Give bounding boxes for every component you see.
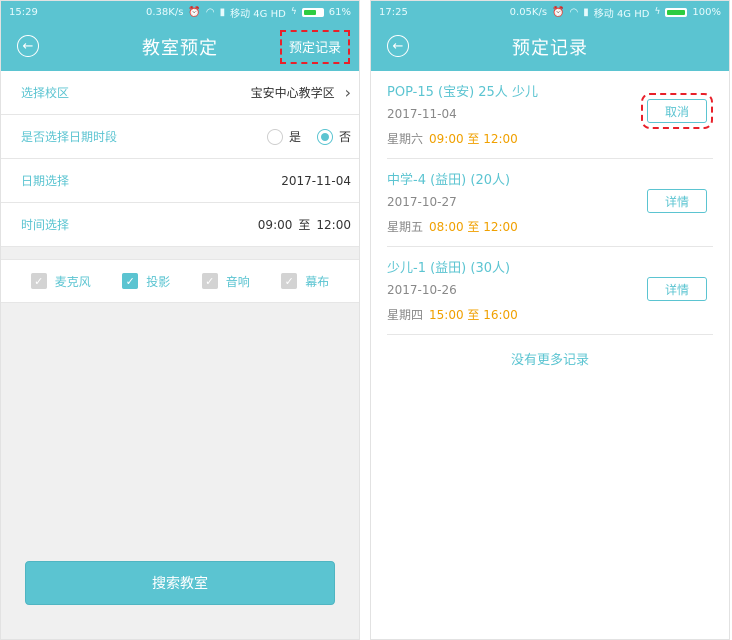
record-time: 15:00 至 16:00: [429, 308, 518, 322]
period-row: 是否选择日期时段 是 否: [1, 115, 359, 159]
records-list: POP-15 (宝安) 25人 少儿 2017-11-04 星期六 09:00 至…: [371, 71, 729, 368]
record-weekday: 星期四: [387, 308, 424, 322]
battery-icon: [301, 7, 324, 17]
battery-icon: [665, 7, 688, 17]
campus-row[interactable]: 选择校区 宝安中心教学区 ›: [1, 71, 359, 115]
nav-bar: ← 教室预定 预定记录: [1, 23, 359, 71]
network-speed: 0.38K/s: [146, 6, 184, 18]
record-time: 08:00 至 12:00: [429, 220, 518, 234]
equipment-label: 投影: [146, 274, 171, 289]
details-button[interactable]: 详情: [647, 277, 707, 301]
back-button[interactable]: ←: [17, 35, 39, 57]
reservation-form: 选择校区 宝安中心教学区 › 是否选择日期时段 是 否 日期选择 2017-11: [1, 71, 359, 247]
carrier-label: 移动 4G HD: [593, 8, 650, 20]
equipment-microphone[interactable]: ✓ 麦克风: [30, 273, 91, 290]
time-end[interactable]: 12:00: [316, 218, 351, 232]
date-label: 日期选择: [21, 174, 70, 188]
nav-bar: ← 预定记录: [371, 23, 729, 71]
radio-yes[interactable]: [266, 128, 283, 145]
list-item: 中学-4 (益田) (20人) 2017-10-27 星期五 08:00 至 12…: [387, 159, 713, 247]
chevron-right-icon: ›: [344, 83, 351, 102]
equipment-speaker[interactable]: ✓ 音响: [201, 273, 250, 290]
record-weekday: 星期六: [387, 132, 424, 146]
checkbox-speaker[interactable]: ✓: [201, 273, 218, 289]
period-no-option[interactable]: 否: [307, 128, 351, 145]
equipment-label: 幕布: [305, 274, 330, 289]
alarm-icon: ⏰: [188, 6, 201, 18]
equipment-label: 麦克风: [54, 274, 91, 289]
record-title: 中学-4 (益田) (20人): [387, 173, 511, 188]
carrier-label: 移动 4G HD: [230, 8, 286, 20]
equipment-screen[interactable]: ✓ 幕布: [281, 273, 329, 290]
equipment-options: ✓ 麦克风 ✓ 投影 ✓ 音响 ✓ 幕布: [1, 259, 359, 303]
checkbox-projector[interactable]: ✓: [122, 273, 139, 289]
back-arrow-icon: ←: [392, 38, 404, 54]
back-arrow-icon: ←: [22, 38, 34, 54]
record-weekday: 星期五: [387, 220, 424, 234]
campus-value: 宝安中心教学区: [250, 86, 335, 100]
charging-icon: ϟ: [290, 7, 297, 17]
status-bar: 15:29 0.38K/s ⏰ ◠ ▮ 移动 4G HD ϟ 61%: [1, 1, 359, 23]
date-value: 2017-11-04: [281, 173, 351, 188]
cancel-button[interactable]: 取消: [641, 93, 713, 129]
page-title: 教室预定: [142, 38, 218, 59]
wifi-icon: ◠: [569, 6, 579, 18]
equipment-projector[interactable]: ✓ 投影: [122, 273, 170, 290]
record-title: 少儿-1 (益田) (30人): [387, 261, 511, 276]
list-item: POP-15 (宝安) 25人 少儿 2017-11-04 星期六 09:00 至…: [387, 71, 713, 159]
radio-no[interactable]: [316, 128, 333, 145]
list-item: 少儿-1 (益田) (30人) 2017-10-26 星期四 15:00 至 16…: [387, 247, 713, 335]
no-label: 否: [338, 130, 351, 144]
signal-icon: ▮: [583, 6, 589, 18]
period-label: 是否选择日期时段: [21, 130, 118, 144]
checkbox-microphone[interactable]: ✓: [30, 273, 47, 289]
time-separator: 至: [298, 218, 311, 232]
time-label: 时间选择: [21, 218, 70, 232]
record-title: POP-15 (宝安) 25人 少儿: [387, 85, 538, 100]
checkbox-screen[interactable]: ✓: [281, 273, 298, 289]
time-row[interactable]: 时间选择 09:00 至 12:00: [1, 203, 359, 247]
time-start[interactable]: 09:00: [258, 218, 293, 232]
signal-icon: ▮: [219, 6, 226, 18]
network-speed: 0.05K/s: [509, 6, 548, 18]
record-time: 09:00 至 12:00: [429, 132, 518, 146]
booking-records-button[interactable]: 预定记录: [279, 30, 351, 64]
equipment-label: 音响: [225, 274, 250, 289]
charging-icon: ϟ: [654, 7, 661, 17]
reserve-classroom-screen: 15:29 0.38K/s ⏰ ◠ ▮ 移动 4G HD ϟ 61% ← 教室预…: [0, 0, 360, 640]
page-title: 预定记录: [512, 38, 588, 59]
wifi-icon: ◠: [205, 6, 215, 18]
yes-label: 是: [288, 130, 301, 144]
battery-percent: 100%: [692, 6, 721, 18]
alarm-icon: ⏰: [552, 6, 565, 18]
search-classroom-button[interactable]: 搜索教室: [25, 561, 335, 605]
back-button[interactable]: ←: [387, 35, 409, 57]
status-time: 17:25: [379, 6, 408, 18]
no-more-records: 没有更多记录: [510, 353, 589, 368]
date-row[interactable]: 日期选择 2017-11-04: [1, 159, 359, 203]
period-yes-option[interactable]: 是: [257, 128, 301, 145]
campus-label: 选择校区: [21, 86, 70, 100]
status-bar: 17:25 0.05K/s ⏰ ◠ ▮ 移动 4G HD ϟ 100%: [371, 1, 729, 23]
booking-records-screen: 17:25 0.05K/s ⏰ ◠ ▮ 移动 4G HD ϟ 100% ← 预定…: [370, 0, 730, 640]
battery-percent: 61%: [328, 6, 351, 18]
status-time: 15:29: [9, 6, 38, 18]
details-button[interactable]: 详情: [647, 189, 707, 213]
